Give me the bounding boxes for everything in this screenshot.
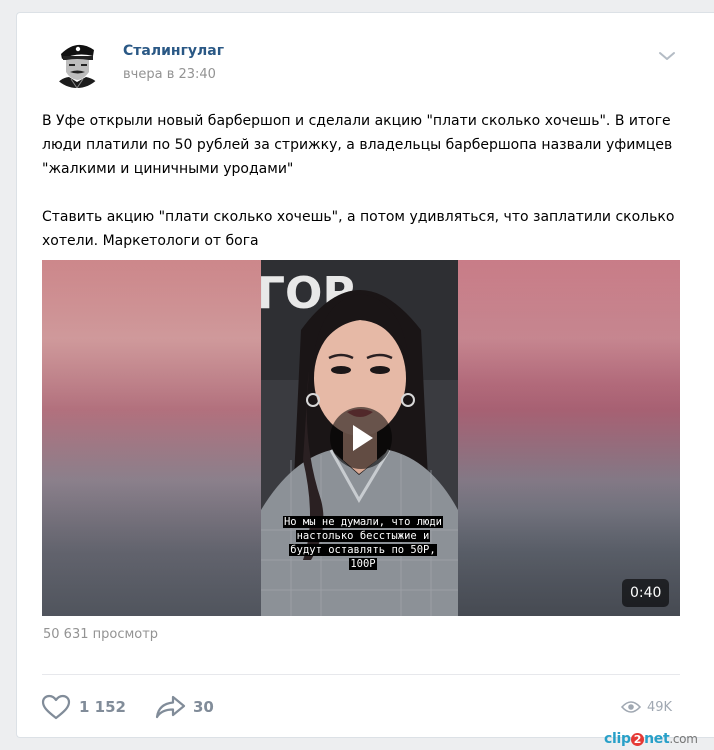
post-author-link[interactable]: Сталингулаг	[123, 43, 224, 59]
post-timestamp[interactable]: вчера в 23:40	[123, 67, 216, 82]
play-button[interactable]	[330, 407, 392, 469]
subtitle-line: будут оставлять по 50Р,	[289, 544, 437, 556]
divider	[42, 674, 680, 675]
subtitle-line: настолько бесстыжие и	[295, 530, 431, 542]
video-blurred-backdrop-right	[458, 260, 680, 616]
avatar[interactable]	[49, 32, 105, 88]
post-paragraph: В Уфе открыли новый барбершоп и сделали …	[42, 113, 673, 177]
subtitle-line: Но мы не думали, что люди	[282, 516, 444, 528]
watermark: clip 2 net.com	[604, 731, 698, 747]
share-button[interactable]: 30	[155, 693, 214, 721]
like-button[interactable]: 1 152	[41, 693, 126, 721]
play-icon	[353, 425, 373, 451]
post-card: Сталингулаг вчера в 23:40 В Уфе открыли …	[16, 12, 714, 738]
share-arrow-icon	[155, 695, 186, 719]
eye-icon	[621, 701, 641, 713]
avatar-portrait	[49, 32, 105, 88]
like-count: 1 152	[79, 698, 126, 716]
chevron-down-icon[interactable]	[658, 47, 676, 60]
watermark-domain: .com	[669, 732, 698, 746]
video-subtitle: Но мы не думали, что люди настолько бесс…	[274, 515, 452, 571]
post-paragraph: Ставить акцию "плати сколько хочешь", а …	[42, 209, 675, 249]
watermark-part: clip	[604, 731, 631, 747]
video-player[interactable]: ГОР Но мы не думали, что люди настолько …	[42, 260, 680, 616]
post-text: В Уфе открыли новый барбершоп и сделали …	[42, 109, 682, 253]
video-views-count: 50 631 просмотр	[43, 627, 159, 642]
video-duration-badge: 0:40	[622, 579, 670, 607]
heart-icon	[41, 694, 71, 720]
post-views-count: 49K	[647, 699, 673, 715]
watermark-part: net	[644, 731, 670, 747]
video-blurred-backdrop-left	[42, 260, 261, 616]
share-count: 30	[193, 698, 214, 716]
post-views: 49K	[621, 697, 672, 717]
watermark-badge: 2	[630, 733, 645, 746]
subtitle-line: 100Р	[349, 558, 377, 570]
